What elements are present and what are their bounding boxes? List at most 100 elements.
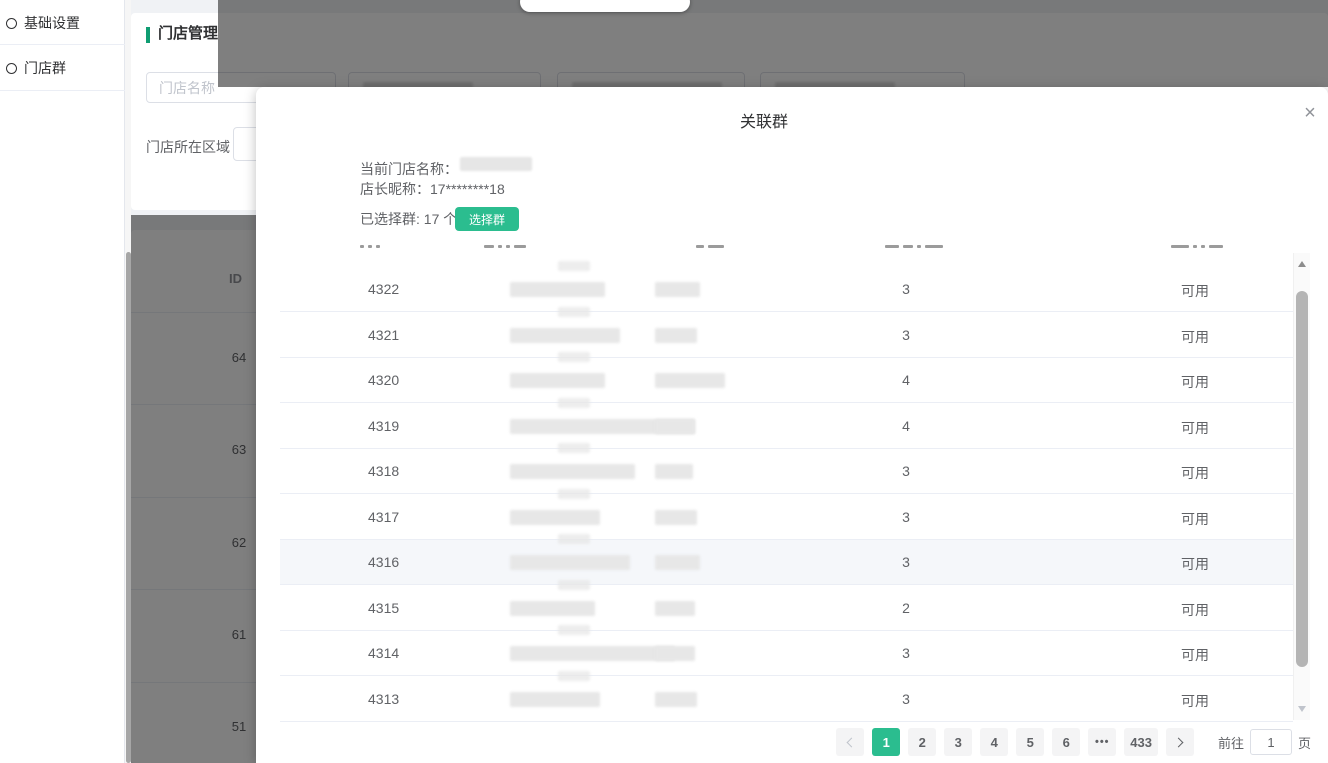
table-header-clipped (885, 244, 943, 248)
table-row[interactable]: 4320 4 可用 (280, 352, 1293, 403)
page-button-1[interactable]: 1 (872, 728, 901, 756)
group-owner-redacted (655, 646, 695, 661)
selected-groups-label: 已选择群: 17 个 (360, 211, 458, 227)
redacted-fragment (558, 671, 590, 681)
scroll-down-arrow-icon[interactable] (1298, 706, 1306, 712)
associated-groups-dialog: 关联群 × 当前门店名称： 店长昵称：17********18 已选择群: 17… (256, 87, 1328, 763)
redacted-fragment (558, 261, 590, 271)
divider (0, 90, 125, 91)
group-id-cell: 4322 (368, 281, 400, 297)
sidebar-item-label: 门店群 (24, 60, 66, 76)
status-cell: 可用 (1181, 465, 1209, 481)
title-marker (146, 27, 150, 43)
manager-value: 17********18 (430, 181, 505, 197)
prev-page-button[interactable] (836, 728, 865, 756)
member-count-cell: 3 (902, 509, 910, 525)
group-id-cell: 4321 (368, 327, 400, 343)
scroll-up-arrow-icon[interactable] (1298, 261, 1306, 267)
modal-overlay[interactable] (218, 0, 1328, 87)
group-name-redacted (510, 510, 600, 525)
scrollbar-thumb[interactable] (125, 252, 131, 763)
redacted-fragment (558, 443, 590, 453)
more-pages-button[interactable]: ••• (1088, 728, 1117, 756)
screen: 基础设置 门店群 门店管理 门店所在区域 ID 64 63 (0, 0, 1328, 763)
status-cell: 可用 (1181, 374, 1209, 390)
close-icon[interactable]: × (1296, 99, 1324, 127)
table-row[interactable]: 4317 3 可用 (280, 489, 1293, 540)
page-button-5[interactable]: 5 (1016, 728, 1045, 756)
select-group-button[interactable]: 选择群 (455, 207, 519, 231)
status-cell: 可用 (1181, 602, 1209, 618)
table-scrollbar[interactable] (1293, 253, 1310, 720)
group-id-cell: 4314 (368, 645, 400, 661)
goto-label: 前往 (1217, 735, 1244, 751)
goto-unit-label: 页 (1297, 735, 1311, 751)
manager-label: 店长昵称： (360, 181, 430, 197)
status-cell: 可用 (1181, 511, 1209, 527)
page-button-4[interactable]: 4 (980, 728, 1009, 756)
status-cell: 可用 (1181, 329, 1209, 345)
group-id-cell: 4320 (368, 372, 400, 388)
group-owner-redacted (655, 510, 697, 525)
group-name-redacted (510, 282, 605, 297)
table-header-clipped (484, 244, 526, 248)
sidebar-item-basic-settings[interactable]: 基础设置 (0, 8, 125, 38)
chevron-right-icon (1174, 737, 1184, 747)
member-count-cell: 3 (902, 281, 910, 297)
table-row[interactable]: 4314 3 可用 (280, 625, 1293, 676)
member-count-cell: 3 (902, 554, 910, 570)
modal-overlay[interactable] (131, 215, 256, 763)
redacted-fragment (558, 352, 590, 362)
group-owner-redacted (655, 419, 695, 434)
member-count-cell: 3 (902, 463, 910, 479)
pagination: 1 2 3 4 5 6 ••• 433 前往 页 (832, 728, 1311, 756)
scrollbar-thumb[interactable] (1296, 291, 1308, 667)
table-row[interactable]: 4319 4 可用 (280, 398, 1293, 449)
redacted-fragment (558, 580, 590, 590)
member-count-cell: 3 (902, 327, 910, 343)
group-owner-redacted (655, 692, 697, 707)
circle-icon (6, 17, 17, 29)
group-name-redacted (510, 646, 675, 661)
page-title: 门店管理 (158, 25, 219, 42)
table-row[interactable]: 4322 3 可用 (280, 261, 1293, 312)
redacted-fragment (558, 489, 590, 499)
circle-icon (6, 62, 17, 74)
store-name-redacted (460, 157, 532, 171)
manager-nickname-line: 店长昵称：17********18 (360, 179, 505, 199)
region-label: 门店所在区域 (146, 139, 230, 155)
sidebar-item-store-groups[interactable]: 门店群 (0, 53, 125, 83)
group-id-cell: 4316 (368, 554, 400, 570)
table-row[interactable]: 4313 3 可用 (280, 671, 1293, 722)
page-button-3[interactable]: 3 (944, 728, 973, 756)
table-row[interactable]: 4316 3 可用 (280, 534, 1293, 585)
group-name-redacted (510, 464, 635, 479)
table-row[interactable]: 4321 3 可用 (280, 307, 1293, 358)
group-owner-redacted (655, 464, 693, 479)
store-name-label: 当前门店名称： (360, 161, 458, 177)
page-button-last[interactable]: 433 (1124, 728, 1158, 756)
table-row[interactable]: 4315 2 可用 (280, 580, 1293, 631)
page-button-6[interactable]: 6 (1052, 728, 1081, 756)
group-id-cell: 4315 (368, 600, 400, 616)
next-page-button[interactable] (1165, 728, 1194, 756)
group-owner-redacted (655, 373, 725, 388)
chevron-left-icon (846, 737, 857, 747)
group-owner-redacted (655, 328, 697, 343)
redacted-fragment (558, 625, 590, 635)
member-count-cell: 3 (902, 691, 910, 707)
table-header-clipped (696, 244, 724, 248)
page-button-2[interactable]: 2 (908, 728, 937, 756)
dialog-title: 关联群 (740, 114, 789, 131)
member-count-cell: 3 (902, 645, 910, 661)
group-id-cell: 4318 (368, 463, 400, 479)
table-row[interactable]: 4318 3 可用 (280, 443, 1293, 494)
table-header-clipped (360, 244, 380, 248)
status-cell: 可用 (1181, 647, 1209, 663)
member-count-cell: 2 (902, 600, 910, 616)
goto-page-input[interactable] (1249, 729, 1292, 755)
group-owner-redacted (655, 601, 695, 616)
group-name-redacted (510, 692, 600, 707)
group-name-redacted (510, 373, 605, 388)
table-header-clipped (1171, 244, 1223, 248)
